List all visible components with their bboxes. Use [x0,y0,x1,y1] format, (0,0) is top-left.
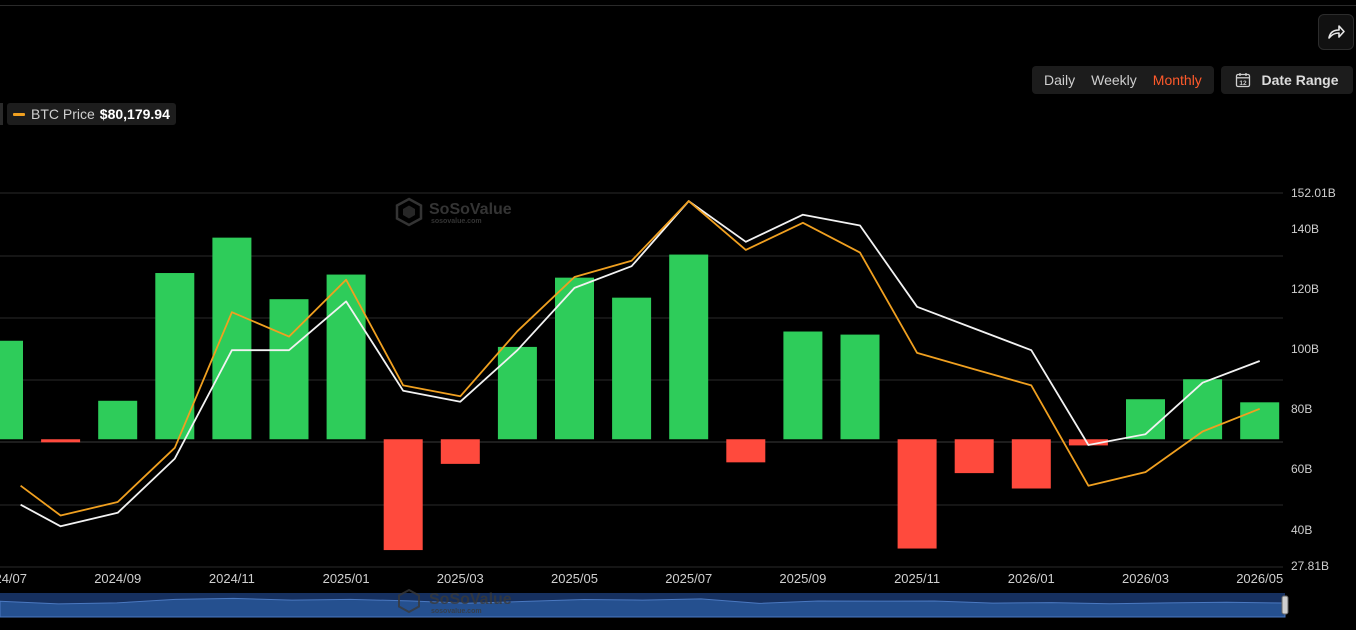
y-tick-label: 60B [1291,462,1312,476]
y-axis: 152.01B 140B 120B 100B 80B 60B 40B 27.81B [1291,186,1336,573]
bar[interactable] [897,439,937,549]
y-tick-label: 27.81B [1291,559,1329,573]
x-tick-label: 2025/01 [323,571,370,586]
watermark-top: SoSoValue sosovalue.com [395,197,512,227]
x-tick-label: 2025/05 [551,571,598,586]
bar[interactable] [383,439,423,551]
x-tick-label: 2025/07 [665,571,712,586]
y-tick-label: 80B [1291,402,1312,416]
bar[interactable] [0,340,23,440]
bar[interactable] [612,297,652,440]
bar[interactable] [41,439,81,443]
x-tick-label: 2026/03 [1122,571,1169,586]
bar[interactable] [1183,379,1223,440]
watermark-brand-2: SoSoValue [429,591,512,608]
bars [0,237,1280,551]
x-tick-label: 2026/01 [1008,571,1055,586]
y-tick-label: 120B [1291,282,1319,296]
y-tick-label: 40B [1291,523,1312,537]
watermark-brand: SoSoValue [429,201,512,218]
bar[interactable] [840,334,880,440]
x-tick-label: 2026/05 [1236,571,1283,586]
navigator[interactable]: SoSoValue sosovalue.com [0,588,1289,618]
x-tick-label: 2024/09 [94,571,141,586]
x-axis: 2024/07 2024/09 2024/11 2025/01 2025/03 2025/… [0,571,1283,586]
bar[interactable] [954,439,994,474]
y-tick-label: 152.01B [1291,186,1336,200]
bar[interactable] [726,439,766,463]
bar[interactable] [1240,402,1280,440]
y-tick-label: 100B [1291,342,1319,356]
x-tick-label: 2025/03 [437,571,484,586]
navigator-handle-right[interactable] [1281,595,1289,615]
bar[interactable] [98,400,138,440]
bar[interactable] [497,346,537,440]
bar[interactable] [440,439,480,464]
bar[interactable] [783,331,823,440]
bar[interactable] [269,299,309,440]
x-tick-label: 2024/07 [0,571,27,586]
x-tick-label: 2025/09 [779,571,826,586]
bar[interactable] [669,254,709,440]
x-tick-label: 2025/11 [894,571,940,586]
chart: SoSoValue sosovalue.com 152.01B140B120B1… [0,186,1336,618]
watermark-sub-2: sosovalue.com [431,608,482,615]
bar[interactable] [212,237,252,440]
bar[interactable] [326,274,366,440]
bar[interactable] [1011,439,1051,489]
watermark-sub: sosovalue.com [431,218,482,225]
x-tick-label: 2024/11 [209,571,255,586]
y-tick-label: 140B [1291,222,1319,236]
